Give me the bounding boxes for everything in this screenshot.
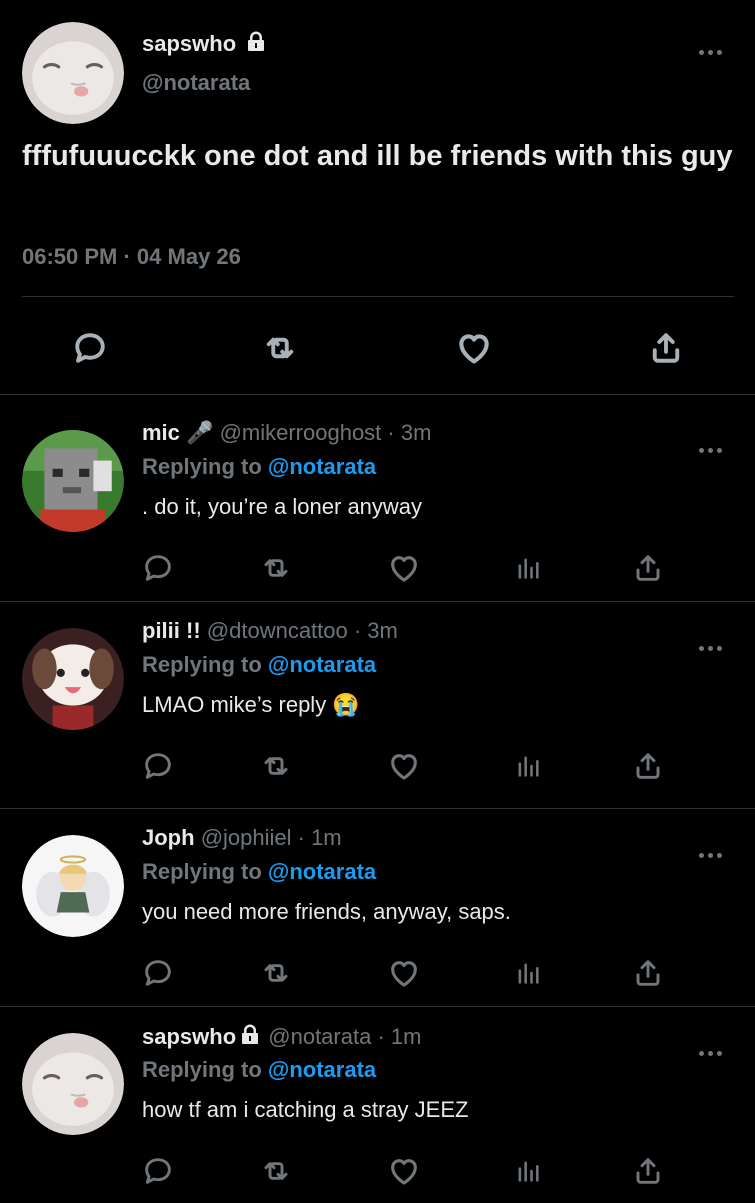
reply-icon[interactable] <box>142 552 174 584</box>
reply-actions <box>0 552 755 582</box>
views-icon[interactable] <box>514 959 542 987</box>
replying-to: Replying to @notarata <box>142 454 376 480</box>
reply-actions <box>0 750 755 780</box>
lock-icon <box>238 1023 262 1047</box>
reply-tweet[interactable]: sapswho @notarata · 1m Replying to @nota… <box>0 1013 755 1203</box>
retweet-icon[interactable] <box>260 750 292 782</box>
reply-icon[interactable] <box>142 1155 174 1187</box>
replying-to: Replying to @notarata <box>142 859 376 885</box>
reply-display-name[interactable]: pilii !! <box>142 618 201 643</box>
main-tweet-text: fffufuuucckk one dot and ill be friends … <box>22 140 733 172</box>
like-icon[interactable] <box>387 1154 421 1188</box>
main-tweet-handle[interactable]: @notarata <box>142 70 250 96</box>
reply-more-icon[interactable] <box>699 446 725 454</box>
reply-icon[interactable] <box>142 957 174 989</box>
reply-text: . do it, you’re a loner anyway <box>142 494 423 519</box>
main-tweet-avatar[interactable] <box>22 22 124 124</box>
like-icon[interactable] <box>387 551 421 585</box>
divider <box>0 394 755 395</box>
share-icon[interactable] <box>632 957 664 989</box>
share-icon[interactable] <box>632 552 664 584</box>
reply-avatar[interactable] <box>22 1033 124 1135</box>
replying-to-label: Replying to <box>142 859 268 884</box>
reply-text: LMAO mike’s reply 😭 <box>142 692 360 717</box>
reply-text: how tf am i catching a stray JEEZ <box>142 1097 469 1122</box>
divider <box>0 601 755 602</box>
replying-to-handle[interactable]: @notarata <box>268 859 376 884</box>
share-icon[interactable] <box>632 750 664 782</box>
replying-to-label: Replying to <box>142 454 268 479</box>
retweet-icon[interactable] <box>260 957 292 989</box>
cartoon-dog-avatar-icon <box>22 628 124 730</box>
views-icon[interactable] <box>514 1157 542 1185</box>
reply-avatar[interactable] <box>22 430 124 532</box>
reply-handle-time[interactable]: @notarata · 1m <box>268 1024 421 1049</box>
reply-tweet[interactable]: Joph @jophiiel · 1m Replying to @notarat… <box>0 815 755 1005</box>
reply-handle-time[interactable]: @jophiiel · 1m <box>201 825 342 850</box>
reply-text: you need more friends, anyway, saps. <box>142 899 511 924</box>
main-tweet-timestamp[interactable]: 06:50 PM · 04 May 26 <box>22 244 241 270</box>
reply-icon[interactable] <box>142 750 174 782</box>
reply-handle-time[interactable]: @mikerrooghost · 3m <box>220 420 432 445</box>
reply-handle-time[interactable]: @dtowncattoo · 3m <box>207 618 398 643</box>
reply-more-icon[interactable] <box>699 644 725 652</box>
main-tweet-actions <box>0 330 755 364</box>
cat-avatar-icon <box>22 1033 124 1135</box>
display-name-text: sapswho <box>142 31 237 56</box>
like-icon[interactable] <box>387 749 421 783</box>
replying-to-label: Replying to <box>142 652 268 677</box>
main-tweet-display-name[interactable]: sapswho <box>142 30 268 57</box>
minecraft-avatar-icon <box>22 430 124 532</box>
main-tweet-divider <box>22 296 734 297</box>
cat-avatar-icon <box>22 22 124 124</box>
reply-actions <box>0 957 755 987</box>
divider <box>0 1006 755 1007</box>
main-tweet-more-icon[interactable] <box>699 48 725 56</box>
replying-to: Replying to @notarata <box>142 652 376 678</box>
reply-icon[interactable] <box>72 330 108 366</box>
share-icon[interactable] <box>632 1155 664 1187</box>
replying-to-handle[interactable]: @notarata <box>268 1057 376 1082</box>
retweet-icon[interactable] <box>260 552 292 584</box>
retweet-icon[interactable] <box>260 1155 292 1187</box>
replying-to: Replying to @notarata <box>142 1057 376 1083</box>
name-emoji: 🎤 <box>179 420 214 445</box>
replying-to-handle[interactable]: @notarata <box>268 652 376 677</box>
reply-display-name[interactable]: mic <box>142 420 180 445</box>
reply-display-name[interactable]: Joph <box>142 825 195 850</box>
reply-more-icon[interactable] <box>699 851 725 859</box>
angel-drawing-avatar-icon <box>22 835 124 937</box>
replying-to-handle[interactable]: @notarata <box>268 454 376 479</box>
reply-avatar[interactable] <box>22 835 124 937</box>
reply-tweet[interactable]: mic 🎤 @mikerrooghost · 3m Replying to @n… <box>0 410 755 600</box>
reply-avatar[interactable] <box>22 628 124 730</box>
lock-icon <box>244 30 268 54</box>
replying-to-label: Replying to <box>142 1057 268 1082</box>
share-icon[interactable] <box>648 330 684 366</box>
divider <box>0 808 755 809</box>
views-icon[interactable] <box>514 752 542 780</box>
reply-tweet[interactable]: pilii !! @dtowncattoo · 3m Replying to @… <box>0 608 755 798</box>
reply-more-icon[interactable] <box>699 1049 725 1057</box>
like-icon[interactable] <box>455 329 493 367</box>
retweet-icon[interactable] <box>262 330 298 366</box>
views-icon[interactable] <box>514 554 542 582</box>
reply-display-name[interactable]: sapswho <box>142 1024 236 1049</box>
reply-actions <box>0 1155 755 1185</box>
like-icon[interactable] <box>387 956 421 990</box>
